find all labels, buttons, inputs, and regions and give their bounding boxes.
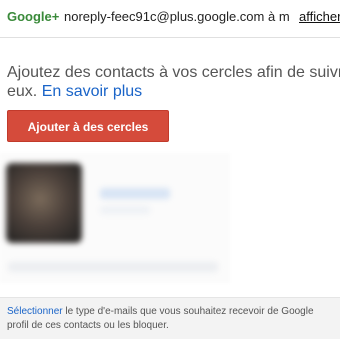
add-to-circles-button[interactable]: Ajouter à des cercles <box>7 110 169 142</box>
learn-more-link[interactable]: En savoir plus <box>42 83 143 100</box>
contact-name-blurred <box>100 188 170 199</box>
contact-detail-blurred <box>100 206 150 214</box>
google-plus-brand: Google+ <box>7 9 60 24</box>
sender-address: noreply-feec91c@plus.google.com à m <box>64 9 290 24</box>
intro-line-2-prefix: eux. <box>7 83 42 100</box>
select-email-types-link[interactable]: Sélectionner <box>7 306 63 317</box>
email-footer: Sélectionner le type d'e-mails que vous … <box>0 297 340 339</box>
intro-line-2: eux. En savoir plus <box>7 82 340 101</box>
footer-line-2: profil de ces contacts ou les bloquer. <box>7 320 169 331</box>
footer-line-1: Sélectionner le type d'e-mails que vous … <box>7 305 333 319</box>
footer-line-1-text: le type d'e-mails que vous souhaitez rec… <box>62 306 314 317</box>
email-header: Google+ noreply-feec91c@plus.google.com … <box>0 0 340 38</box>
contact-info-blurred <box>8 262 218 272</box>
intro-line-1: Ajoutez des contacts à vos cercles afin … <box>7 64 340 81</box>
contact-avatar[interactable] <box>6 163 82 243</box>
intro-text: Ajoutez des contacts à vos cercles afin … <box>7 63 340 101</box>
show-details-link[interactable]: afficher <box>299 9 340 24</box>
